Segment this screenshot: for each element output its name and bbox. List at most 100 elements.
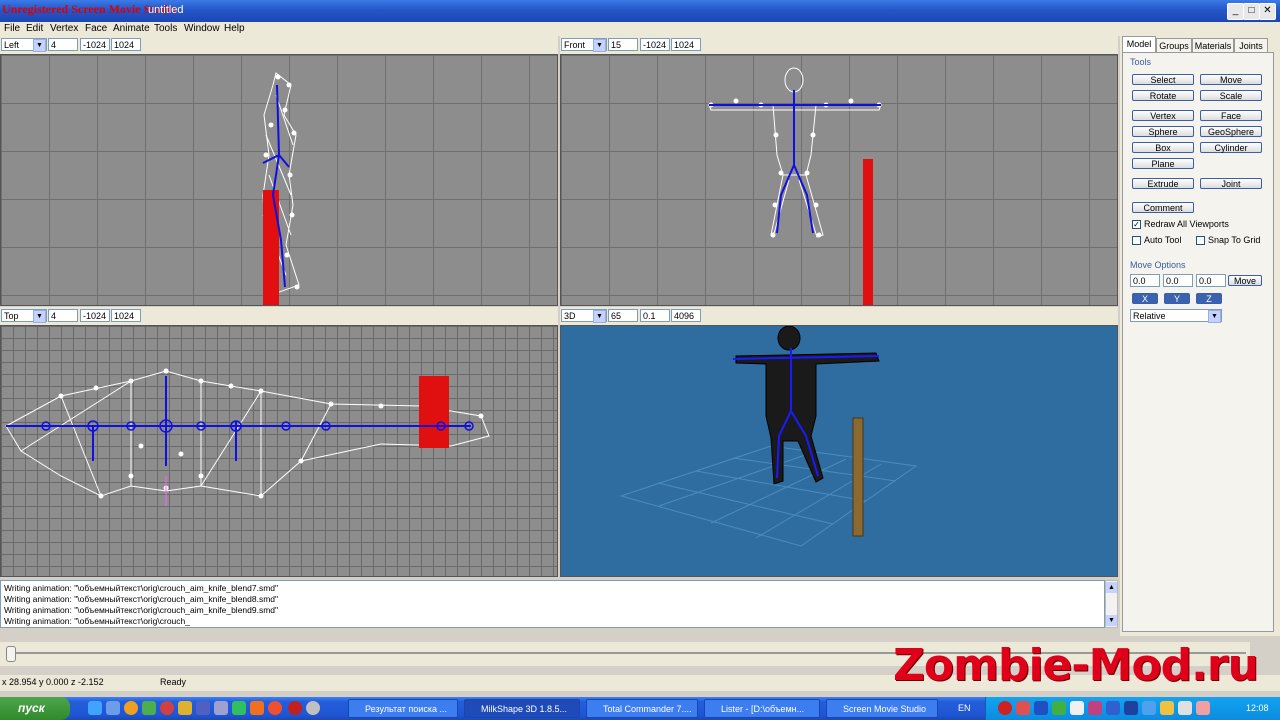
app-icon[interactable]: [250, 701, 264, 715]
left-view-select[interactable]: Left ▼: [1, 38, 47, 52]
tab-materials[interactable]: Materials: [1192, 38, 1234, 53]
search-icon[interactable]: [214, 701, 228, 715]
app-icon[interactable]: [306, 701, 320, 715]
persp-far-field[interactable]: 4096: [671, 309, 701, 322]
bluetooth-icon[interactable]: [1124, 701, 1138, 715]
left-max-field[interactable]: 1024: [111, 38, 141, 51]
menu-tools[interactable]: Tools: [154, 22, 177, 36]
log-scrollbar[interactable]: ▲ ▼: [1105, 580, 1118, 628]
sphere-button[interactable]: Sphere: [1132, 126, 1194, 137]
comment-button[interactable]: Comment: [1132, 202, 1194, 213]
joint-button[interactable]: Joint: [1200, 178, 1262, 189]
menu-help[interactable]: Help: [224, 22, 245, 36]
snap-checkbox[interactable]: [1196, 236, 1205, 245]
move-tool-button[interactable]: Move: [1200, 74, 1262, 85]
task-milkshape[interactable]: MilkShape 3D 1.8.5...: [464, 699, 580, 718]
face-button[interactable]: Face: [1200, 110, 1262, 121]
axis-x-toggle[interactable]: X: [1132, 293, 1158, 304]
front-min-field[interactable]: -1024: [640, 38, 670, 51]
menu-window[interactable]: Window: [184, 22, 220, 36]
persp-viewport[interactable]: [560, 325, 1118, 577]
ie-icon[interactable]: [88, 701, 102, 715]
volume-icon[interactable]: [1178, 701, 1192, 715]
task-search-results[interactable]: Результат поиска ...: [348, 699, 458, 718]
start-button[interactable]: пуск: [0, 697, 70, 720]
select-button[interactable]: Select: [1132, 74, 1194, 85]
chevron-down-icon: ▼: [593, 310, 606, 323]
top-max-field[interactable]: 1024: [111, 309, 141, 322]
front-viewport-toolbar: Front ▼ 15 -1024 1024: [560, 36, 1118, 54]
top-zoom-field[interactable]: 4: [48, 309, 78, 322]
close-button[interactable]: ✕: [1259, 3, 1276, 20]
menu-animate[interactable]: Animate: [113, 22, 150, 36]
opera-icon[interactable]: [160, 701, 174, 715]
save-icon[interactable]: [196, 701, 210, 715]
tray-app-icon[interactable]: [1070, 701, 1084, 715]
plane-button[interactable]: Plane: [1132, 158, 1194, 169]
tab-groups[interactable]: Groups: [1156, 38, 1192, 53]
browser-icon[interactable]: [124, 701, 138, 715]
front-zoom-field[interactable]: 15: [608, 38, 638, 51]
tray-app-icon[interactable]: [1034, 701, 1048, 715]
autotool-checkbox[interactable]: [1132, 236, 1141, 245]
menu-vertex[interactable]: Vertex: [50, 22, 78, 36]
move-y-field[interactable]: 0.0: [1163, 274, 1193, 287]
tray-app-icon[interactable]: [1106, 701, 1120, 715]
scale-button[interactable]: Scale: [1200, 90, 1262, 101]
left-viewport[interactable]: [0, 54, 558, 306]
persp-view-select[interactable]: 3D ▼: [561, 309, 607, 323]
task-lister[interactable]: Lister - [D:\объемн...: [704, 699, 820, 718]
axis-y-toggle[interactable]: Y: [1164, 293, 1190, 304]
vertex-button[interactable]: Vertex: [1132, 110, 1194, 121]
maximize-button[interactable]: □: [1243, 3, 1260, 20]
opera-icon[interactable]: [288, 701, 302, 715]
tray-app-icon[interactable]: [1088, 701, 1102, 715]
firefox-icon[interactable]: [268, 701, 282, 715]
top-min-field[interactable]: -1024: [80, 309, 110, 322]
network-icon[interactable]: [1142, 701, 1156, 715]
move-apply-button[interactable]: Move: [1228, 275, 1262, 286]
front-max-field[interactable]: 1024: [671, 38, 701, 51]
app-icon[interactable]: [232, 701, 246, 715]
desktop-icon[interactable]: [106, 701, 120, 715]
geosphere-button[interactable]: GeoSphere: [1200, 126, 1262, 137]
left-min-field[interactable]: -1024: [80, 38, 110, 51]
rotate-button[interactable]: Rotate: [1132, 90, 1194, 101]
timeline-slider-handle[interactable]: [6, 646, 16, 662]
tray-app-icon[interactable]: [1052, 701, 1066, 715]
tray-app-icon[interactable]: [1196, 701, 1210, 715]
task-total-commander[interactable]: Total Commander 7....: [586, 699, 698, 718]
minimize-button[interactable]: _: [1227, 3, 1244, 20]
menu-bar: File Edit Vertex Face Animate Tools Wind…: [0, 22, 1280, 36]
tray-app-icon[interactable]: [998, 701, 1012, 715]
tray-app-icon[interactable]: [1160, 701, 1174, 715]
redraw-checkbox[interactable]: ✓: [1132, 220, 1141, 229]
tab-model[interactable]: Model: [1122, 36, 1156, 53]
app-icon[interactable]: [142, 701, 156, 715]
top-viewport[interactable]: [0, 325, 558, 577]
scroll-down-icon[interactable]: ▼: [1106, 615, 1117, 626]
persp-near-field[interactable]: 0.1: [640, 309, 670, 322]
relative-select[interactable]: Relative ▼: [1130, 309, 1222, 323]
persp-fov-field[interactable]: 65: [608, 309, 638, 322]
menu-face[interactable]: Face: [85, 22, 107, 36]
log-output[interactable]: Writing animation: "\объемныйтекст\orig\…: [0, 580, 1105, 628]
front-viewport[interactable]: [560, 54, 1118, 306]
task-screen-movie-studio[interactable]: Screen Movie Studio: [826, 699, 938, 718]
tab-joints[interactable]: Joints: [1234, 38, 1268, 53]
menu-file[interactable]: File: [4, 22, 20, 36]
cylinder-button[interactable]: Cylinder: [1200, 142, 1262, 153]
language-indicator[interactable]: EN: [958, 703, 971, 713]
box-button[interactable]: Box: [1132, 142, 1194, 153]
front-view-select[interactable]: Front ▼: [561, 38, 607, 52]
folder-icon[interactable]: [178, 701, 192, 715]
left-zoom-field[interactable]: 4: [48, 38, 78, 51]
tray-app-icon[interactable]: [1016, 701, 1030, 715]
axis-z-toggle[interactable]: Z: [1196, 293, 1222, 304]
top-view-select[interactable]: Top ▼: [1, 309, 47, 323]
move-x-field[interactable]: 0.0: [1130, 274, 1160, 287]
extrude-button[interactable]: Extrude: [1132, 178, 1194, 189]
move-z-field[interactable]: 0.0: [1196, 274, 1226, 287]
menu-edit[interactable]: Edit: [26, 22, 43, 36]
scroll-up-icon[interactable]: ▲: [1106, 582, 1117, 593]
